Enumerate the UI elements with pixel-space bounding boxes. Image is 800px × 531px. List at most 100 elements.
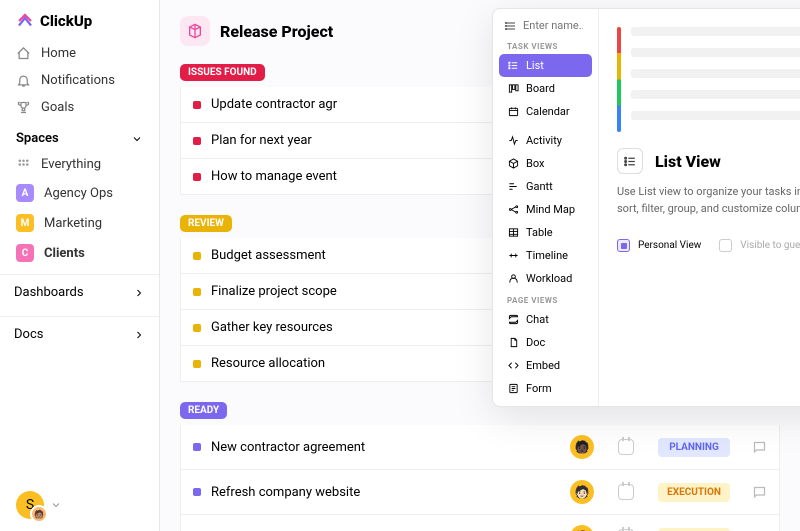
comment-icon[interactable] [752,485,767,500]
date-icon[interactable] [618,439,634,455]
view-option-label: Chat [526,313,549,326]
view-option-table[interactable]: Table [499,221,592,244]
date-icon[interactable] [618,484,634,500]
space-everything[interactable]: Everything [0,151,159,178]
view-option-timeline[interactable]: Timeline [499,244,592,267]
assignee-avatar[interactable]: 🧑🏻 [570,480,594,504]
board-icon [508,83,519,94]
sidebar-space-agency-ops[interactable]: A Agency Ops [0,178,159,208]
view-option-list[interactable]: List [499,54,592,77]
assignee-avatar[interactable]: 🧑🏽 [570,525,594,531]
view-option-label: Timeline [526,249,568,262]
view-option-box[interactable]: Box [499,152,592,175]
space-badge: C [16,244,34,262]
view-option-label: Workload [526,272,572,285]
view-option-label: Doc [526,336,545,349]
task-row[interactable]: Update key objectives5 📎🧑🏽EXECUTION [180,515,780,531]
chevron-down-icon [50,499,62,511]
box-icon [508,158,519,169]
space-label: Marketing [44,216,102,231]
view-option-label: Form [526,382,552,395]
workload-icon [508,273,519,284]
chevron-right-icon [133,329,145,341]
view-option-chat[interactable]: Chat [499,308,592,331]
space-label: Agency Ops [44,186,113,201]
view-option-calendar[interactable]: Calendar [499,100,592,123]
nav-home[interactable]: Home [0,40,159,67]
status-dot [193,443,201,451]
view-option-label: Table [526,226,553,239]
project-icon [180,16,210,46]
status-pill[interactable]: EXECUTION [658,528,730,531]
gantt-icon [508,181,519,192]
view-option-form[interactable]: Form [499,377,592,400]
status-pill[interactable]: PLANNING [658,438,730,457]
view-option-gantt[interactable]: Gantt [499,175,592,198]
form-icon [508,383,519,394]
status-dot [193,360,201,368]
personal-view-label: Personal View [638,240,701,251]
nav-goals[interactable]: Goals [0,94,159,121]
sidebar-space-clients[interactable]: CClients [0,238,159,268]
doc-icon [508,337,519,348]
status-pill[interactable]: EXECUTION [658,483,730,502]
group-tag[interactable]: READY [180,402,227,419]
table-icon [508,227,519,238]
task-name: Refresh company website [211,485,560,500]
view-option-activity[interactable]: Activity [499,129,592,152]
user-menu[interactable]: S🧑🏽 [0,479,159,531]
task-name: New contractor agreement [211,440,560,455]
chevron-right-icon [133,287,145,299]
view-option-label: Gantt [526,180,553,193]
section-label: TASK VIEWS [497,36,594,54]
clickup-logo-icon [16,12,34,30]
view-option-board[interactable]: Board [499,77,592,100]
space-badge: A [16,184,34,202]
preview-description: Use List view to organize your tasks in … [617,184,800,217]
visible-guests-checkbox[interactable] [719,239,732,252]
sidebar-space-marketing[interactable]: M Marketing [0,208,159,238]
assignee-avatar[interactable]: 🧑🏿 [570,435,594,459]
trophy-icon [16,100,31,115]
comment-icon[interactable] [752,440,767,455]
view-option-label: List [526,59,544,72]
view-option-mind-map[interactable]: Mind Map [499,198,592,221]
status-dot [193,101,201,109]
status-dot [193,173,201,181]
timeline-icon [508,250,519,261]
brand-logo[interactable]: ClickUp [0,12,159,40]
personal-view-checkbox[interactable] [617,239,630,252]
chat-icon [508,314,519,325]
view-option-label: Box [526,157,544,170]
view-menu: TASK VIEWS List BoardCalendar Activity Box… [493,9,599,406]
add-view-panel: TASK VIEWS List BoardCalendar Activity Box… [492,8,800,407]
mind-map-icon [508,204,519,215]
space-badge: M [16,214,34,232]
view-option-label: Activity [526,134,562,147]
sidebar: ClickUp Home Notifications Goals Spaces … [0,0,160,531]
nav-dashboards[interactable]: Dashboards [0,275,159,310]
view-name-input[interactable] [523,19,583,32]
spaces-header[interactable]: Spaces [0,121,159,151]
visible-guests-label: Visible to guests [740,240,800,251]
task-row[interactable]: New contractor agreement 🧑🏿 PLANNING [180,425,780,470]
view-option-embed[interactable]: Embed [499,354,592,377]
activity-icon [508,135,519,146]
view-option-doc[interactable]: Doc [499,331,592,354]
nav-notifications[interactable]: Notifications [0,67,159,94]
avatar: 🧑🏽 [30,505,48,523]
view-option-workload[interactable]: Workload [499,267,592,290]
main-content: Release Project ISSUES FOUNDUpdate contr… [160,0,800,531]
group-tag[interactable]: REVIEW [180,215,232,232]
nav-docs[interactable]: Docs [0,317,159,352]
list-icon [505,20,517,32]
view-option-label: Embed [526,359,560,372]
group-tag[interactable]: ISSUES FOUND [180,64,265,81]
status-dot [193,288,201,296]
project-title: Release Project [220,22,333,41]
task-row[interactable]: Refresh company website 🧑🏻 EXECUTION [180,470,780,515]
calendar-icon [508,106,519,117]
status-dot [193,488,201,496]
preview-title: List View [655,152,721,171]
status-dot [193,137,201,145]
